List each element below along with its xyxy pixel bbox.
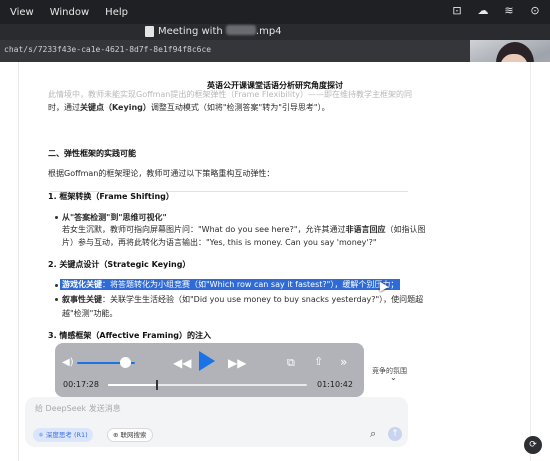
screen-record-icon[interactable]: ⊡ [450,4,464,18]
bullet1-line1-prefix: 若女生沉默，教师可指向屏幕图片问："What do you see here?"… [62,225,346,234]
faded-paragraph-line: 此情境中，教师未能实现Goffman提出的框架弹性（Frame Flexibil… [48,90,413,99]
narrative-key-text: ：关联学生生活经验（如"Did you use money to buy sna… [102,295,424,304]
play-button[interactable] [195,350,217,372]
corner-action-button[interactable]: ⟳ [524,436,542,454]
bullet1-line2: 片）参与互动，再将此转化为语言输出："Yes, this is money. C… [62,238,377,247]
fast-forward-button[interactable]: ▶▶ [228,357,246,369]
seek-bar-handle[interactable] [156,380,158,390]
bullet-dot [55,298,58,301]
video-file-icon [145,26,154,37]
left-border [18,62,19,461]
chat-input-box[interactable]: 给 DeepSeek 发送消息 ⚛ 深度思考 (R1) ⊕ 联网搜索 ⌕ ↑ [25,397,408,447]
window-title-bar: Meeting with .mp4 [0,24,550,40]
share-icon[interactable]: ⇧ [314,356,323,368]
bullet3-line: 叙事性关键：关联学生生活经验（如"Did you use money to bu… [62,294,423,305]
menu-help[interactable]: Help [105,7,128,18]
keying-term: 关键点（Keying） [80,103,151,112]
cloud-icon[interactable]: ☁ [476,4,490,18]
video-player-controls: ◀) ◀◀ ▶▶ ⧉ ⇧ » 00:17:28 01:10:42 [55,343,364,397]
menu-view[interactable]: View [10,7,34,18]
menu-bar: View Window Help ⊡ ☁ ≋ ⊙ [0,0,550,24]
nonverbal-term: 非语言回应 [345,225,386,234]
selected-text[interactable]: 游戏化关键：将答题转化为小组竞赛（如"Which row can say it … [60,279,401,290]
volume-knob[interactable] [120,357,131,368]
window-title-suffix: .mp4 [255,26,282,37]
deep-think-button[interactable]: ⚛ 深度思考 (R1) [33,428,93,442]
subsection3-heading: 3. 情感框架（Affective Framing）的注入 [48,331,212,340]
volume-icon[interactable]: ◀) [62,357,74,368]
total-time: 01:10:42 [317,380,353,389]
redacted-name [225,25,256,35]
web-search-button[interactable]: ⊕ 联网搜索 [107,428,153,442]
window-title: Meeting with .mp4 [158,25,282,37]
window-title-prefix: Meeting with [158,26,223,37]
highlighted-selection[interactable]: 游戏化关键：将答题转化为小组竞赛（如"Which row can say it … [60,279,401,290]
chat-placeholder[interactable]: 给 DeepSeek 发送消息 [35,403,121,414]
send-button[interactable]: ↑ [388,427,402,441]
intro-paragraph-line: 时，通过关键点（Keying）调整互动模式（如将"检测答案"转为"引导思考"）。 [48,102,330,113]
system-tray: ⊡ ☁ ≋ ⊙ [450,4,542,18]
deep-think-label: 深度思考 (R1) [45,431,88,439]
seek-bar-progress [108,384,157,386]
intro-suffix: 调整互动模式（如将"检测答案"转为"引导思考"）。 [150,103,330,112]
intro-prefix: 时，通过 [48,103,80,112]
scroll-down-chevron-icon[interactable]: ⌄ [390,373,397,382]
rewind-button[interactable]: ◀◀ [173,357,191,369]
attach-file-icon[interactable]: ⌕ [370,427,376,441]
menu-window[interactable]: Window [50,7,89,18]
address-url[interactable]: chat/s/7233f43e-ca1e-4621-8d7f-8e1f94f8c… [4,45,211,54]
bullet3-continuation: 越"检测"功能。 [62,309,118,318]
right-border [530,62,531,461]
section2-description: 根据Goffman的框架理论，教师可通过以下策略重构互动弹性： [48,169,275,178]
bullet1-line1: 若女生沉默，教师可指向屏幕图片问："What do you see here?"… [62,224,426,235]
subsection1-heading: 1. 框架转换（Frame Shifting） [48,192,174,201]
bullet-dot [55,216,58,219]
narrative-key-term: 叙事性关键 [62,295,102,304]
gamified-key-term: 游戏化关键 [62,280,102,289]
more-icon[interactable]: » [340,356,347,368]
subsection2-heading: 2. 关键点设计（Strategic Keying） [48,260,191,269]
web-search-label: 联网搜索 [120,431,147,439]
bullet1-line1-suffix: （如指认图 [385,225,426,234]
picture-in-picture-icon[interactable]: ⧉ [287,357,295,369]
wifi-icon[interactable]: ≋ [502,4,516,18]
address-bar[interactable]: chat/s/7233f43e-ca1e-4621-8d7f-8e1f94f8c… [0,40,550,62]
gamified-key-text: ：将答题转化为小组竞赛（如"Which row can say it faste… [102,280,399,289]
current-time: 00:17:28 [63,380,99,389]
section2-heading: 二、弹性框架的实践可能 [48,149,136,158]
bullet1-title: 从"答案检测"到"思维可视化" [62,213,167,222]
bullet-dot [55,284,58,287]
play-circle-icon[interactable]: ⊙ [528,4,542,18]
